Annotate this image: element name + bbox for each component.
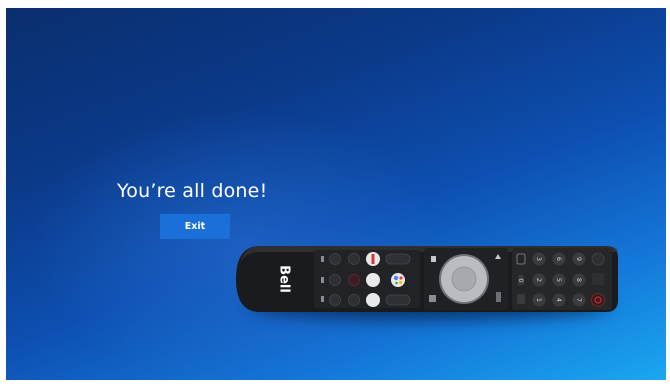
options-key-icon bbox=[348, 294, 360, 306]
channel-key-icon bbox=[592, 273, 604, 285]
remote-control: Bell 0 123456789 bbox=[236, 246, 618, 312]
remote-illustration: Bell 0 1 2 3 4 5 6 7 8 9 bbox=[230, 232, 620, 320]
info-key-icon bbox=[329, 294, 341, 306]
digit-key-label: 9 bbox=[575, 257, 583, 261]
mute-key-icon bbox=[591, 252, 605, 266]
crave-key-icon bbox=[366, 273, 380, 287]
digit-key-label: 3 bbox=[535, 257, 543, 261]
zero-key-label: 0 bbox=[517, 278, 525, 282]
menu-key-icon bbox=[329, 274, 341, 286]
digit-key-label: 6 bbox=[555, 257, 563, 261]
assistant-dot-blue bbox=[393, 275, 399, 281]
ok-button-icon bbox=[451, 266, 477, 292]
assistant-dot-green bbox=[395, 281, 398, 285]
record-key-icon bbox=[348, 274, 360, 286]
digit-key-label: 5 bbox=[555, 278, 563, 282]
home-key-icon bbox=[431, 256, 436, 262]
bell-logo: Bell bbox=[277, 265, 292, 293]
guide-key-icon bbox=[348, 253, 360, 265]
google-assistant-key-icon bbox=[391, 273, 405, 287]
indicator-dot bbox=[321, 296, 324, 302]
digit-key-label: 2 bbox=[535, 278, 543, 282]
netflix-mark bbox=[371, 254, 375, 264]
indicator-dot bbox=[321, 256, 324, 262]
power-key-icon bbox=[591, 293, 605, 307]
rewind-key-icon bbox=[385, 253, 411, 265]
digit-keys: 1 2 3 4 5 6 7 8 9 bbox=[532, 252, 586, 307]
assistant-dot-red bbox=[399, 276, 403, 280]
digit-key-label: 8 bbox=[575, 278, 583, 282]
apps-key-icon bbox=[366, 293, 380, 307]
tv-screen: You’re all done! Exit Bell 0 1 2 3 4 5 6… bbox=[6, 8, 666, 380]
side-label-icon bbox=[496, 292, 501, 302]
exit-button[interactable]: Exit bbox=[160, 214, 230, 239]
back-key-icon bbox=[329, 253, 341, 265]
grid-key-icon bbox=[429, 295, 436, 302]
digit-key-label: 1 bbox=[535, 298, 543, 302]
completion-title: You’re all done! bbox=[117, 180, 268, 202]
indicator-dot bbox=[321, 277, 324, 283]
input-key-icon bbox=[517, 294, 525, 304]
assistant-dot-yellow bbox=[398, 280, 403, 285]
digit-key-label: 4 bbox=[555, 298, 563, 302]
play-pause-key-icon bbox=[385, 294, 411, 306]
digit-key-label: 7 bbox=[575, 298, 583, 302]
